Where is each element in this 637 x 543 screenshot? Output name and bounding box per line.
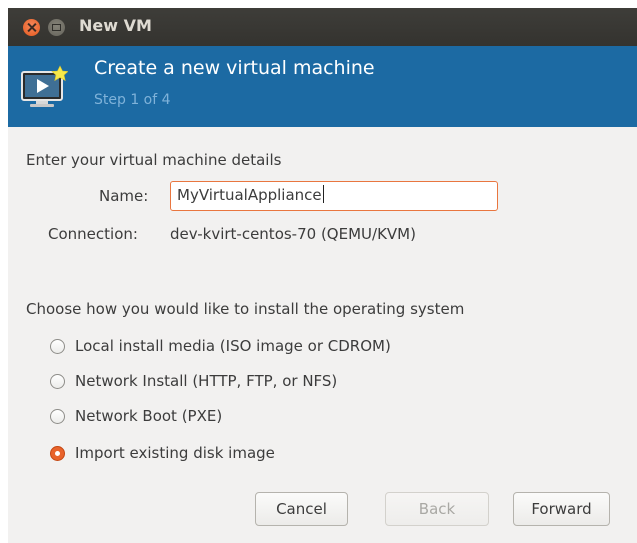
name-input-value: MyVirtualAppliance [177,186,322,204]
virtual-machine-new-icon [21,65,68,107]
radio-label: Import existing disk image [75,444,275,462]
back-button[interactable]: Back [385,492,489,526]
radio-button[interactable] [50,373,65,389]
radio-import-disk-image[interactable]: Import existing disk image [50,441,275,465]
radio-label: Network Boot (PXE) [75,407,223,425]
name-label: Name: [99,187,149,205]
wizard-header: Create a new virtual machine Step 1 of 4 [8,46,637,127]
radio-label: Network Install (HTTP, FTP, or NFS) [75,372,338,390]
radio-local-install-media[interactable]: Local install media (ISO image or CDROM) [50,334,391,358]
new-vm-dialog: New VM Create a new virtual machine Step… [8,8,637,543]
radio-network-boot[interactable]: Network Boot (PXE) [50,404,222,428]
radio-button-selected[interactable] [50,445,65,461]
connection-label: Connection: [48,225,138,243]
close-icon[interactable] [23,19,40,36]
minimize-icon[interactable] [48,19,65,36]
radio-label: Local install media (ISO image or CDROM) [75,337,391,355]
radio-button[interactable] [50,408,65,424]
text-cursor [322,185,324,203]
cancel-button[interactable]: Cancel [255,492,348,526]
name-input[interactable]: MyVirtualAppliance [170,181,498,211]
radio-network-install[interactable]: Network Install (HTTP, FTP, or NFS) [50,369,337,393]
forward-button[interactable]: Forward [513,492,610,526]
connection-value: dev-kvirt-centos-70 (QEMU/KVM) [170,225,416,243]
install-method-heading: Choose how you would like to install the… [26,300,465,318]
wizard-title: Create a new virtual machine [94,57,375,79]
wizard-step-indicator: Step 1 of 4 [94,92,171,108]
title-bar[interactable]: New VM [8,8,637,46]
details-heading: Enter your virtual machine details [26,151,282,169]
window-title: New VM [79,16,152,35]
radio-button[interactable] [50,338,65,354]
